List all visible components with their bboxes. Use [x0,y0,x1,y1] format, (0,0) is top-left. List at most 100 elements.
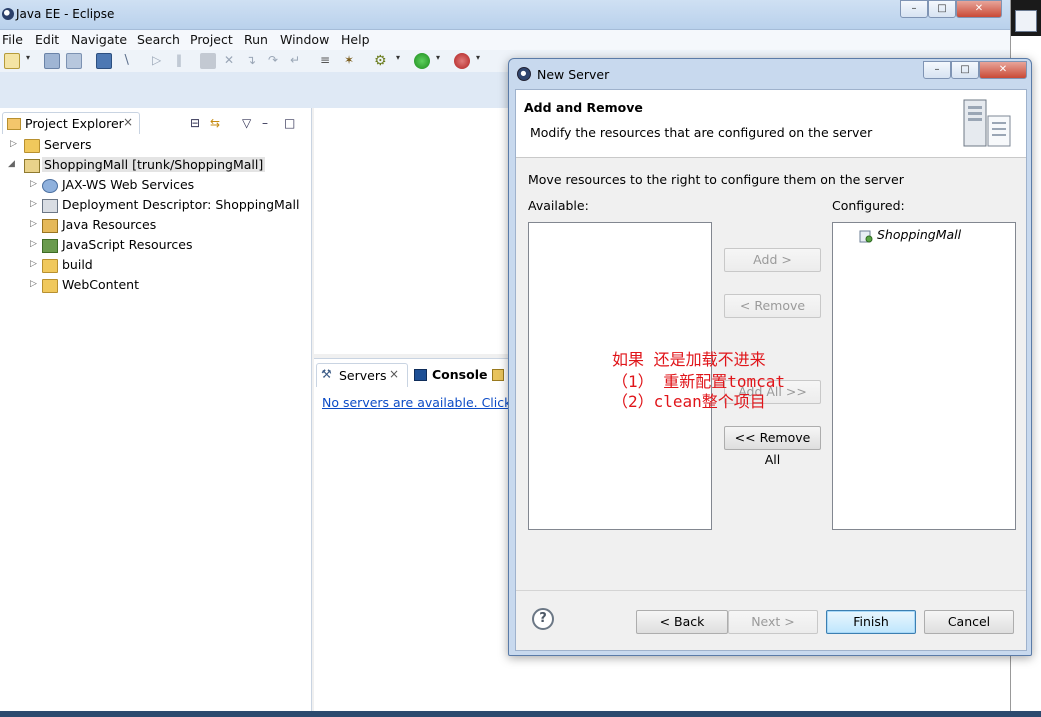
debug-dropdown-icon[interactable]: ▾ [396,53,404,69]
save-all-icon[interactable] [66,53,82,69]
java-resources-icon [42,219,58,233]
menu-edit[interactable]: Edit [35,32,59,47]
help-icon[interactable]: ? [532,608,554,630]
run-icon[interactable] [414,53,430,69]
tree-item-webcontent[interactable]: ▷ WebContent [0,276,312,296]
refresh-icon[interactable] [1015,10,1037,32]
tree-item-jaxws[interactable]: ▷ JAX-WS Web Services [0,176,312,196]
close-icon[interactable]: × [123,115,133,129]
window-title: Java EE - Eclipse [16,7,115,21]
menu-search[interactable]: Search [137,32,180,47]
tree-item-label: build [62,257,93,272]
taskbar [0,711,1041,717]
expand-arrow-icon[interactable]: ▷ [30,259,37,269]
tree-item-build[interactable]: ▷ build [0,256,312,276]
open-type-icon[interactable]: ✶ [344,53,360,69]
next-button[interactable]: Next > [728,610,818,634]
button-separator [516,590,1026,591]
view-menu-icon[interactable]: ▽ [242,116,251,130]
step-return-icon[interactable]: ↵ [290,53,306,69]
minimize-view-icon[interactable]: – [262,116,268,130]
tree-item-label: JavaScript Resources [62,237,193,252]
tree-item-label: WebContent [62,277,139,292]
run-dropdown-icon[interactable]: ▾ [436,53,444,69]
step-into-icon[interactable]: ↴ [246,53,262,69]
dialog-close-button[interactable]: ✕ [979,61,1027,79]
tree-item-servers[interactable]: ▷ Servers [0,136,312,156]
servers-icon: ⚒ [321,367,332,381]
configured-item-label: ShoppingMall [877,227,962,242]
suspend-icon[interactable]: ‖ [176,53,192,69]
debug-icon[interactable]: ⚙ [374,53,390,69]
minimize-button[interactable]: – [900,0,928,18]
menu-project[interactable]: Project [190,32,233,47]
tree-item-javascript-resources[interactable]: ▷ JavaScript Resources [0,236,312,256]
instructions-text: Move resources to the right to configure… [528,172,904,187]
collapse-all-icon[interactable]: ⊟ [190,116,200,130]
console-view-icon[interactable] [96,53,112,69]
console-tab[interactable]: Console [412,363,510,387]
maximize-view-icon[interactable]: □ [284,116,295,130]
console-tab-label: Console [432,367,488,382]
close-icon[interactable]: × [389,367,399,381]
menu-navigate[interactable]: Navigate [71,32,127,47]
tree-item-java-resources[interactable]: ▷ Java Resources [0,216,312,236]
new-server-dialog: New Server – □ ✕ Add and Remove Modify t… [508,58,1032,656]
disconnect-icon[interactable]: ✕ [224,53,240,69]
menu-file[interactable]: File [2,32,23,47]
add-button[interactable]: Add > [724,248,821,272]
close-button[interactable]: ✕ [956,0,1002,18]
dialog-minimize-button[interactable]: – [923,61,951,79]
link-with-editor-icon[interactable]: ⇆ [210,116,220,130]
tree-item-deployment-descriptor[interactable]: ▷ Deployment Descriptor: ShoppingMall [0,196,312,216]
cancel-button[interactable]: Cancel [924,610,1014,634]
expand-arrow-icon[interactable]: ▷ [30,199,37,209]
javascript-resources-icon [42,239,58,253]
toggle-icon[interactable]: ≡ [320,53,336,69]
maximize-button[interactable]: □ [928,0,956,18]
external-tools-dropdown-icon[interactable]: ▾ [476,53,484,69]
expand-arrow-icon[interactable]: ▷ [30,179,37,189]
snippets-icon[interactable] [492,369,504,381]
new-dropdown-icon[interactable]: ▾ [26,53,34,69]
remove-button[interactable]: < Remove [724,294,821,318]
configured-item[interactable]: ShoppingMall [833,223,1015,245]
collapse-arrow-icon[interactable]: ◢ [8,159,15,169]
annotation-line-1: 如果 还是加载不进来 [612,350,766,369]
project-explorer-tab[interactable]: Project Explorer × [2,112,140,134]
terminate-icon[interactable] [200,53,216,69]
menu-window[interactable]: Window [280,32,329,47]
step-over-icon[interactable]: ↷ [268,53,284,69]
menu-help[interactable]: Help [341,32,370,47]
no-servers-link[interactable]: No servers are available. Click th [322,395,528,410]
eclipse-app-icon [2,8,14,20]
back-button[interactable]: < Back [636,610,728,634]
tree-item-shoppingmall[interactable]: ◢ ShoppingMall [trunk/ShoppingMall] [0,156,312,176]
configured-list[interactable]: ShoppingMall [832,222,1016,530]
menu-run[interactable]: Run [244,32,268,47]
dialog-subheading: Modify the resources that are configured… [530,125,873,140]
dialog-maximize-button[interactable]: □ [951,61,979,79]
remove-all-button[interactable]: << Remove All [724,426,821,467]
external-tools-icon[interactable] [454,53,470,69]
expand-arrow-icon[interactable]: ▷ [10,139,17,149]
tree-item-label: Servers [44,137,92,152]
finish-button[interactable]: Finish [826,610,916,634]
expand-arrow-icon[interactable]: ▷ [30,239,37,249]
title-bar: Java EE - Eclipse – □ ✕ [0,0,1010,30]
expand-arrow-icon[interactable]: ▷ [30,279,37,289]
save-icon[interactable] [44,53,60,69]
new-icon[interactable] [4,53,20,69]
resume-icon[interactable]: ▷ [152,53,168,69]
dialog-header: Add and Remove Modify the resources that… [516,90,1026,158]
dialog-title-bar: New Server – □ ✕ [509,59,1031,87]
expand-arrow-icon[interactable]: ▷ [30,219,37,229]
eclipse-app-icon [517,67,531,81]
servers-tab[interactable]: ⚒ Servers × [316,363,408,387]
folder-icon [42,259,58,273]
folder-icon [24,139,40,153]
skip-breakpoints-icon[interactable]: ∖ [122,53,138,69]
project-explorer-view: Project Explorer × ⊟ ⇆ ▽ – □ ▷ Servers ◢… [0,108,312,717]
tree-item-label: Deployment Descriptor: ShoppingMall [62,197,300,212]
servers-tab-label: Servers [339,368,387,383]
